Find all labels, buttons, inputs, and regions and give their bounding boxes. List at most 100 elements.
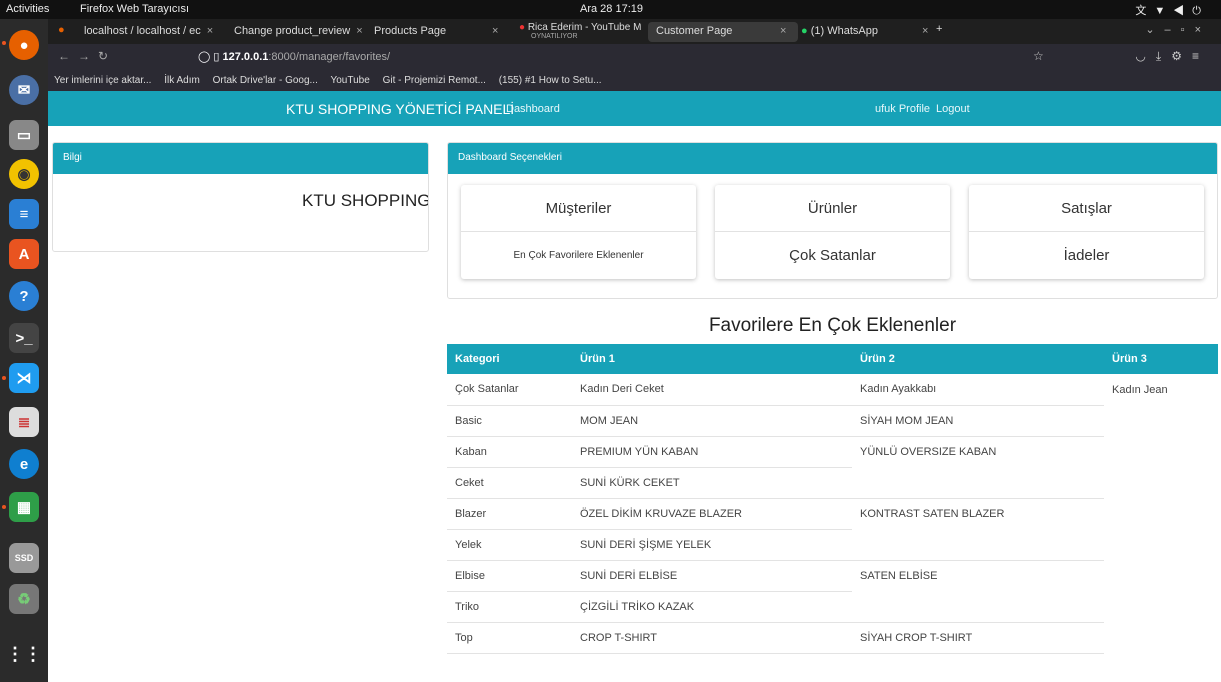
table-cell: Kadın Ayakkabı	[852, 374, 1104, 406]
table-row: Çok Satanlar Kadın Deri Ceket Kadın Ayak…	[447, 374, 1218, 406]
bookmark-import[interactable]: Yer imlerini içe aktar...	[54, 75, 151, 86]
favorites-title: Favorilere En Çok Eklenenler	[708, 315, 957, 336]
minimize-icon[interactable]: –	[1165, 24, 1181, 36]
bookmark-star-icon[interactable]: ☆	[1033, 49, 1044, 63]
firefox-menu-icon[interactable]: ●	[58, 24, 65, 36]
bookmark-how-to[interactable]: (155) #1 How to Setu...	[499, 75, 602, 86]
table-cell: Top	[447, 622, 572, 654]
customers-button[interactable]: Müşteriler	[461, 185, 696, 232]
table-header-row: Kategori Ürün 1 Ürün 2 Ürün 3	[447, 344, 1218, 374]
sales-button[interactable]: Satışlar	[969, 185, 1204, 232]
bookmark-drive[interactable]: Ortak Drive'lar - Goog...	[213, 75, 318, 86]
app-grid-icon[interactable]: ⋮⋮	[6, 639, 42, 669]
option-group-products: Ürünler Çok Satanlar	[715, 185, 950, 279]
table-cell: YÜNLÜ OVERSIZE KABAN	[860, 445, 997, 458]
table-cell: CROP T-SHIRT	[572, 622, 852, 654]
rhythmbox-icon[interactable]: ◉	[9, 159, 39, 189]
trash-icon[interactable]: ♻	[9, 584, 39, 614]
translate-icon[interactable]: 文	[1135, 5, 1154, 17]
activities-button[interactable]: Activities	[6, 3, 49, 15]
table-cell: SATEN ELBİSE	[860, 569, 938, 582]
close-icon[interactable]: ×	[207, 25, 213, 37]
tab-phpmyadmin[interactable]: localhost / localhost / ec ×	[76, 22, 221, 42]
back-icon[interactable]: ←	[58, 49, 78, 63]
table-cell	[1104, 622, 1218, 653]
system-clock[interactable]: Ara 28 17:19	[580, 3, 643, 15]
power-icon[interactable]: ⏻	[1192, 5, 1209, 17]
table-cell	[1104, 560, 1218, 591]
maximize-icon[interactable]: ▫	[1181, 24, 1195, 36]
system-tray[interactable]: 文▼◀⏻	[1135, 2, 1209, 18]
close-icon[interactable]: ×	[922, 25, 928, 37]
close-window-icon[interactable]: ×	[1195, 24, 1211, 36]
table-cell	[1104, 529, 1218, 560]
table-cell: Elbise	[447, 560, 572, 592]
favorites-table: Kategori Ürün 1 Ürün 2 Ürün 3 Çok Satanl…	[447, 344, 1218, 654]
table-row: Triko ÇİZGİLİ TRİKO KAZAK	[447, 591, 1218, 623]
tab-label: (1) WhatsApp	[810, 25, 878, 37]
pocket-icon[interactable]: ◡	[1135, 49, 1155, 63]
nav-profile-link[interactable]: ufuk Profile	[875, 103, 930, 115]
close-icon[interactable]: ×	[780, 25, 786, 37]
close-icon[interactable]: ×	[492, 25, 498, 37]
table-cell: SUNİ DERİ ŞİŞME YELEK	[572, 529, 852, 561]
tab-change-review[interactable]: Change product_review ×	[226, 22, 366, 42]
table-cell: SİYAH MOM JEAN	[852, 405, 1104, 437]
forward-icon[interactable]: →	[78, 49, 98, 63]
edge-icon[interactable]: e	[9, 449, 39, 479]
extensions-icon[interactable]: ⚙	[1171, 49, 1192, 63]
table-cell	[1104, 405, 1218, 436]
bookmark-youtube[interactable]: YouTube	[330, 75, 369, 86]
text-editor-icon[interactable]: ≣	[9, 407, 39, 437]
column-header: Kategori	[447, 344, 572, 374]
window-controls[interactable]: ⌄–▫×	[1145, 23, 1211, 36]
bookmark-git[interactable]: Git - Projemizi Remot...	[383, 75, 486, 86]
calc-icon[interactable]: ▦	[9, 492, 39, 522]
help-icon[interactable]: ?	[9, 281, 39, 311]
dashboard-options-card: Dashboard Seçenekleri Müşteriler En Çok …	[447, 142, 1218, 299]
table-cell	[1104, 591, 1218, 622]
column-header: Ürün 1	[572, 344, 852, 374]
url-bar[interactable]: ◯ ▯ 127.0.0.1:8000/manager/favorites/	[190, 47, 1050, 68]
table-row: Ceket SUNİ KÜRK CEKET	[447, 467, 1218, 499]
returns-button[interactable]: İadeler	[969, 232, 1204, 279]
best-sellers-button[interactable]: Çok Satanlar	[715, 232, 950, 279]
products-button[interactable]: Ürünler	[715, 185, 950, 232]
active-app-name[interactable]: Firefox Web Tarayıcısı	[80, 3, 189, 15]
vscode-icon[interactable]: ⋊	[9, 363, 39, 393]
table-cell	[1104, 498, 1218, 529]
tab-whatsapp[interactable]: ● (1) WhatsApp ×	[793, 22, 943, 42]
bookmark-first-steps[interactable]: İlk Adım	[164, 75, 200, 86]
firefox-icon[interactable]: ●	[9, 30, 39, 60]
menu-icon[interactable]: ≡	[1192, 49, 1209, 63]
brand-title[interactable]: KTU SHOPPING YÖNETİCİ PANELİ	[286, 101, 514, 117]
tab-customer-page[interactable]: Customer Page	[648, 22, 798, 42]
writer-icon[interactable]: ≡	[9, 199, 39, 229]
close-icon[interactable]: ×	[356, 25, 362, 37]
column-header: Ürün 2	[852, 344, 1104, 374]
network-icon[interactable]: ▼	[1154, 5, 1173, 17]
reload-icon[interactable]: ↻	[98, 49, 116, 63]
download-icon[interactable]: ⤓	[1156, 49, 1171, 63]
tab-products[interactable]: Products Page	[366, 22, 506, 42]
shield-icon[interactable]: ◯	[198, 51, 210, 63]
tab-youtube[interactable]: ● Rica Ederim - YouTube M OYNATILIYOR	[511, 22, 641, 42]
url-host: 127.0.0.1	[222, 51, 269, 63]
most-favorited-button[interactable]: En Çok Favorilere Eklenenler	[461, 232, 696, 279]
thunderbird-icon[interactable]: ✉	[9, 75, 39, 105]
software-center-icon[interactable]: A	[9, 239, 39, 269]
admin-navbar: KTU SHOPPING YÖNETİCİ PANELİ Dashboard u…	[48, 91, 1221, 126]
ssd-drive-icon[interactable]: SSD	[9, 543, 39, 573]
running-indicator	[2, 505, 6, 509]
terminal-icon[interactable]: >_	[9, 323, 39, 353]
option-group-customers: Müşteriler En Çok Favorilere Eklenenler	[461, 185, 696, 279]
table-cell: Yelek	[447, 529, 572, 561]
browser-nav-bar: ←→↻ ◯ ▯ 127.0.0.1:8000/manager/favorites…	[48, 44, 1221, 71]
nav-dashboard-link[interactable]: Dashboard	[506, 103, 560, 115]
nav-logout-link[interactable]: Logout	[936, 103, 970, 115]
tab-list-icon[interactable]: ⌄	[1145, 24, 1164, 36]
volume-icon[interactable]: ◀	[1173, 5, 1192, 17]
new-tab-icon[interactable]: +	[936, 23, 942, 35]
files-icon[interactable]: ▭	[9, 120, 39, 150]
running-indicator	[2, 41, 6, 45]
